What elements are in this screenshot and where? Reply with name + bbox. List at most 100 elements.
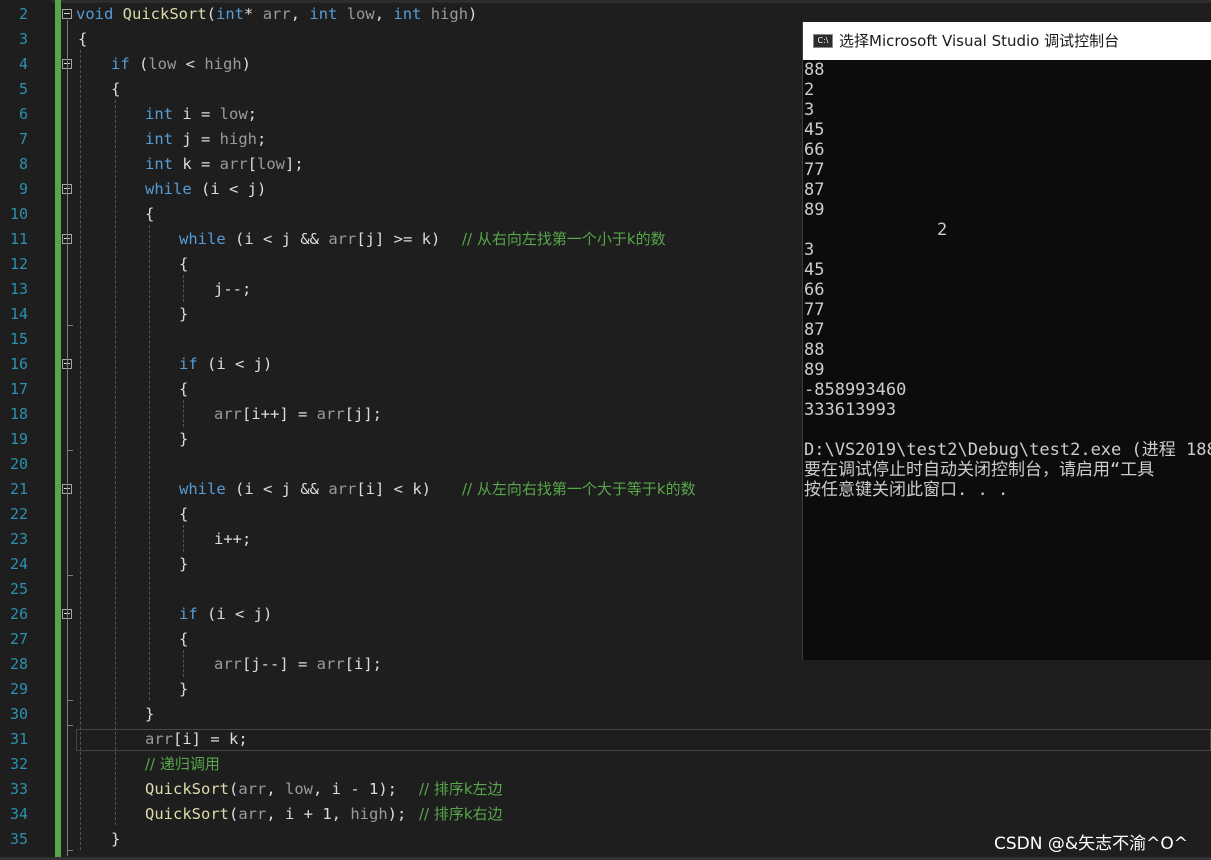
code-line[interactable]: if (low < high): [111, 52, 251, 77]
code-param: arr: [219, 155, 248, 173]
console-title: 选择Microsoft Visual Studio 调试控制台: [839, 32, 1120, 50]
code-punct: *: [244, 5, 263, 23]
indent-guide: [183, 400, 184, 427]
line-number: 30: [9, 705, 28, 723]
code-line[interactable]: {: [145, 202, 154, 227]
code-line[interactable]: {: [179, 502, 188, 527]
code-param: arr: [145, 730, 173, 748]
debug-console-window[interactable]: C:\ 选择Microsoft Visual Studio 调试控制台 88 2 3…: [802, 22, 1211, 660]
line-number: 11: [9, 230, 28, 248]
code-line[interactable]: while (i < j): [145, 177, 266, 202]
code-text: (: [229, 780, 239, 798]
code-line[interactable]: }: [179, 302, 188, 327]
code-line[interactable]: }: [179, 677, 188, 702]
code-param: low: [285, 780, 314, 798]
code-text: =: [191, 105, 220, 123]
code-punct: [337, 5, 346, 23]
code-text: (i < j): [197, 355, 273, 373]
code-function: QuickSort: [145, 805, 229, 823]
line-number: 35: [9, 830, 28, 848]
console-line: 88: [804, 60, 825, 80]
code-param: arr: [316, 655, 345, 673]
console-line: 45: [804, 260, 825, 280]
console-line: 87: [804, 180, 825, 200]
code-param: arr: [328, 230, 357, 248]
code-keyword: int: [309, 5, 338, 23]
fold-end: [67, 575, 73, 576]
console-title-bar[interactable]: C:\ 选择Microsoft Visual Studio 调试控制台: [803, 22, 1211, 60]
line-number: 15: [9, 330, 28, 348]
code-comment: // 排序k右边: [419, 805, 503, 823]
code-text: <: [176, 55, 205, 73]
code-keyword: int: [145, 105, 173, 123]
code-line[interactable]: }: [179, 427, 188, 452]
console-line: -858993460: [804, 380, 907, 400]
code-line[interactable]: {: [179, 627, 188, 652]
code-line[interactable]: arr[i] = k;: [145, 727, 248, 752]
code-comment: // 从右向左找第一个小于k的数: [462, 230, 666, 248]
code-text: (i < j): [191, 180, 267, 198]
line-number: 19: [9, 430, 28, 448]
code-line[interactable]: while (i < j && arr[j] >= k): [179, 227, 440, 252]
code-text: , i - 1);: [313, 780, 398, 798]
console-line: 要在调试停止时自动关闭控制台，请启用“工具: [804, 460, 1155, 480]
code-line[interactable]: while (i < j && arr[i] < k): [179, 477, 431, 502]
line-number: 9: [18, 180, 28, 198]
indent-guide: [183, 275, 184, 302]
console-line: 77: [804, 300, 825, 320]
console-line: 2: [804, 220, 948, 240]
code-text: ): [241, 55, 252, 73]
code-line[interactable]: }: [111, 827, 120, 852]
code-line[interactable]: {: [111, 77, 120, 102]
code-line[interactable]: }: [179, 552, 188, 577]
code-keyword: while: [179, 230, 226, 248]
collapse-icon[interactable]: [62, 9, 72, 19]
console-output[interactable]: 88 2 3 45 66 77 87 89 2 3 45 66 77 87 88 89 -858993460 3…: [804, 60, 1211, 500]
fold-end: [67, 700, 73, 701]
code-line[interactable]: {: [179, 252, 188, 277]
code-line[interactable]: i++;: [214, 527, 251, 552]
code-param: arr: [262, 5, 291, 23]
code-line[interactable]: QuickSort(arr, low, i - 1);: [145, 777, 397, 802]
code-line[interactable]: j--;: [214, 277, 251, 302]
console-line: 3: [804, 100, 815, 120]
code-line[interactable]: arr[j--] = arr[i];: [214, 652, 382, 677]
line-number: 18: [9, 405, 28, 423]
code-keyword: if: [111, 55, 130, 73]
code-line[interactable]: int i = low;: [145, 102, 257, 127]
code-text: (i < j): [197, 605, 273, 623]
line-number: 23: [9, 530, 28, 548]
code-text: [i];: [344, 655, 382, 673]
code-param: low: [346, 5, 375, 23]
line-number: 34: [9, 805, 28, 823]
code-line[interactable]: int k = arr[low];: [145, 152, 304, 177]
console-line: 77: [804, 160, 825, 180]
code-line[interactable]: int j = high;: [145, 127, 266, 152]
code-var: j: [173, 130, 192, 148]
code-line[interactable]: arr[i++] = arr[j];: [214, 402, 382, 427]
code-text: (i < j &&: [225, 480, 329, 498]
code-keyword: if: [179, 605, 198, 623]
code-text: ,: [266, 780, 286, 798]
code-keyword: while: [179, 480, 226, 498]
code-param: low: [257, 155, 286, 173]
code-text: ;: [257, 130, 267, 148]
code-param: high: [219, 130, 257, 148]
code-line[interactable]: if (i < j): [179, 602, 272, 627]
code-line[interactable]: {: [179, 377, 188, 402]
code-line[interactable]: QuickSort(arr, i + 1, high);: [145, 802, 406, 827]
watermark: CSDN @&矢志不渝^O^: [994, 834, 1188, 854]
code-var: k: [173, 155, 192, 173]
code-line[interactable]: }: [145, 702, 154, 727]
line-number: 20: [9, 455, 28, 473]
code-param: arr: [214, 405, 242, 423]
console-line: 89: [804, 360, 825, 380]
code-punct: (: [206, 5, 217, 23]
console-line: D:\VS2019\test2\Debug\test2.exe (进程 188: [804, 440, 1211, 460]
code-punct: ,: [374, 5, 394, 23]
code-line[interactable]: if (i < j): [179, 352, 272, 377]
fold-end: [67, 850, 73, 851]
console-line: 88: [804, 340, 825, 360]
code-line[interactable]: {: [78, 27, 87, 52]
code-line[interactable]: void QuickSort(int* arr, int low, int hi…: [76, 2, 477, 27]
